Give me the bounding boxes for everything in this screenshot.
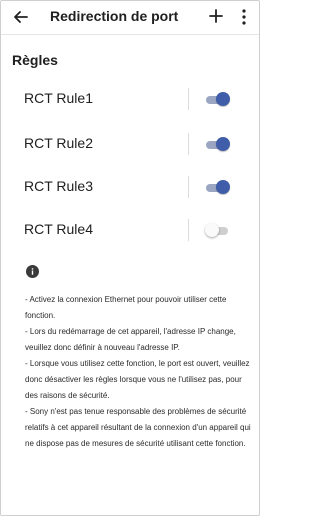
app-bar: Redirection de port (1, 1, 259, 35)
rule-label: RCT Rule4 (24, 221, 93, 237)
info-note: - Lorsque vous utilisez cette fonction, … (25, 359, 250, 400)
page-title: Redirection de port (50, 8, 179, 24)
rule-toggle[interactable] (206, 137, 230, 153)
toggle-thumb (216, 180, 230, 194)
rule-toggle[interactable] (206, 180, 230, 196)
screen: Redirection de port Règles RCT Rule1 RCT… (0, 0, 260, 516)
toggle-thumb (205, 223, 219, 237)
rule-row[interactable]: RCT Rule3 (1, 168, 259, 208)
info-icon (26, 265, 39, 278)
rule-label: RCT Rule3 (24, 178, 93, 194)
rule-label: RCT Rule1 (24, 90, 93, 106)
arrow-back-icon[interactable] (11, 7, 31, 27)
rule-toggle[interactable] (205, 223, 230, 239)
toggle-thumb (216, 92, 230, 106)
more-vert-icon[interactable] (237, 7, 251, 27)
rule-label: RCT Rule2 (24, 135, 93, 151)
info-note: - Activez la connexion Ethernet pour pou… (25, 295, 227, 320)
rule-row[interactable]: RCT Rule4 (1, 211, 259, 251)
plus-icon[interactable] (207, 7, 225, 25)
rule-divider (188, 176, 189, 198)
rule-row[interactable]: RCT Rule2 (1, 125, 259, 165)
rule-toggle[interactable] (206, 92, 230, 108)
info-note: - Lors du redémarrage de cet appareil, l… (25, 327, 236, 352)
info-note: - Sony n'est pas tenue responsable des p… (25, 407, 251, 448)
rule-divider (188, 88, 189, 110)
rule-divider (188, 219, 189, 241)
rule-row[interactable]: RCT Rule1 (1, 80, 259, 120)
info-notes: - Activez la connexion Ethernet pour pou… (25, 292, 251, 452)
rule-divider (188, 133, 189, 155)
toggle-thumb (216, 137, 230, 151)
section-title: Règles (12, 52, 58, 68)
